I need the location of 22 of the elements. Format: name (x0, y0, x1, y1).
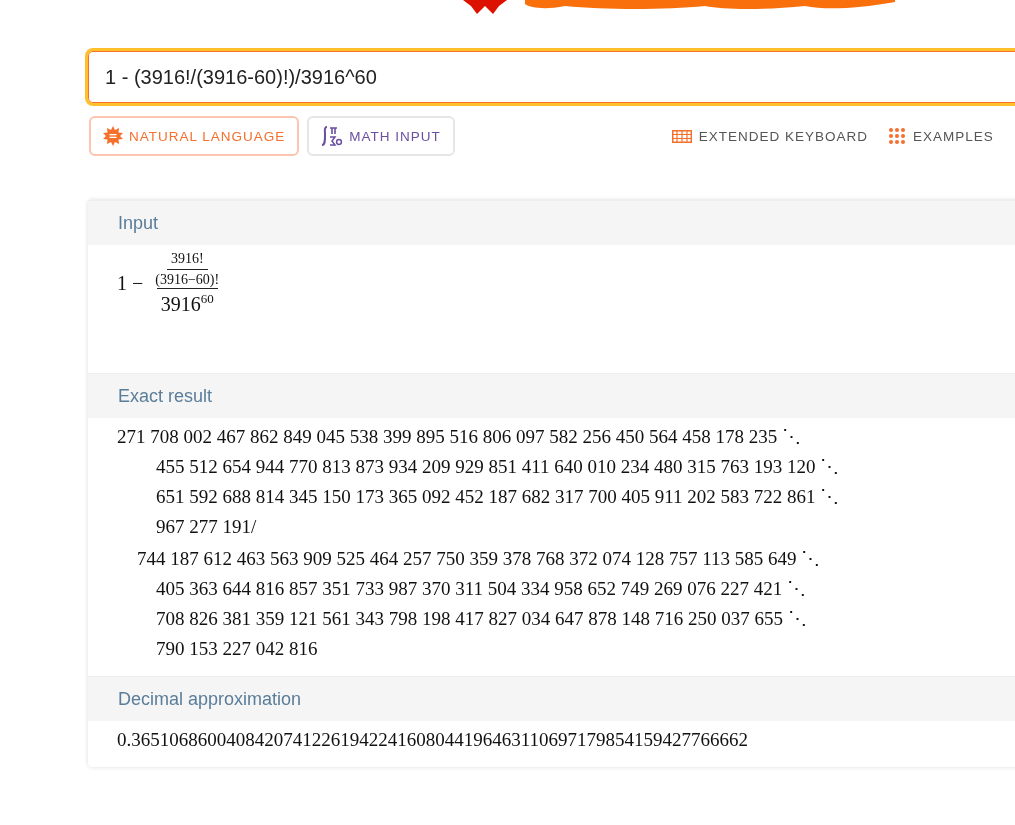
formula: 1 − 3916! (3916−60)! 3916$^{60}$ (117, 251, 221, 316)
result-line: 790 153 227 042 816 (155, 637, 319, 661)
result-line: 967 277 191/ (155, 515, 258, 539)
result-line: 455 512 654 944 770 813 873 934 209 929 851 411 640 010 234 480 315 763 193 120 ⋱ (155, 455, 841, 479)
pod-title: Input (118, 212, 159, 234)
starburst-icon (103, 126, 123, 146)
examples-button[interactable]: EXAMPLES (882, 127, 1000, 145)
result-line: 271 708 002 467 862 849 045 538 399 895 516 806 097 582 256 450 564 458 178 235 ⋱ (117, 425, 802, 449)
pod-title: Decimal approximation (118, 688, 302, 710)
result-line: 651 592 688 814 345 150 173 365 092 452 187 682 317 700 405 911 202 583 722 861 ⋱ (155, 485, 841, 509)
extended-keyboard-button[interactable]: EXTENDED KEYBOARD (665, 128, 875, 144)
integral-sigma-icon (321, 125, 344, 147)
result-line: 708 826 381 359 121 561 343 798 198 417 827 034 647 878 148 716 250 037 655 ⋱ (155, 607, 808, 631)
result-line: 744 187 612 463 563 909 525 464 257 750 359 378 768 372 074 128 757 113 585 649 ⋱ (136, 547, 822, 571)
search-field[interactable]: 1 - (3916!/(3916-60)!)/3916^60 (85, 48, 1015, 106)
result-line: 0.36510686004084207412261942241608044196463110697179854159427766662 (117, 728, 750, 752)
result-line: 405 363 644 816 857 351 733 987 370 311 504 334 958 652 749 269 076 227 421 ⋱ (155, 577, 808, 601)
dot-grid-icon (888, 127, 907, 145)
logo-icon (463, 0, 507, 14)
pod-title: Exact result (118, 385, 213, 407)
keyboard-icon (671, 129, 692, 143)
math-input-button[interactable]: MATH INPUT (307, 116, 455, 156)
